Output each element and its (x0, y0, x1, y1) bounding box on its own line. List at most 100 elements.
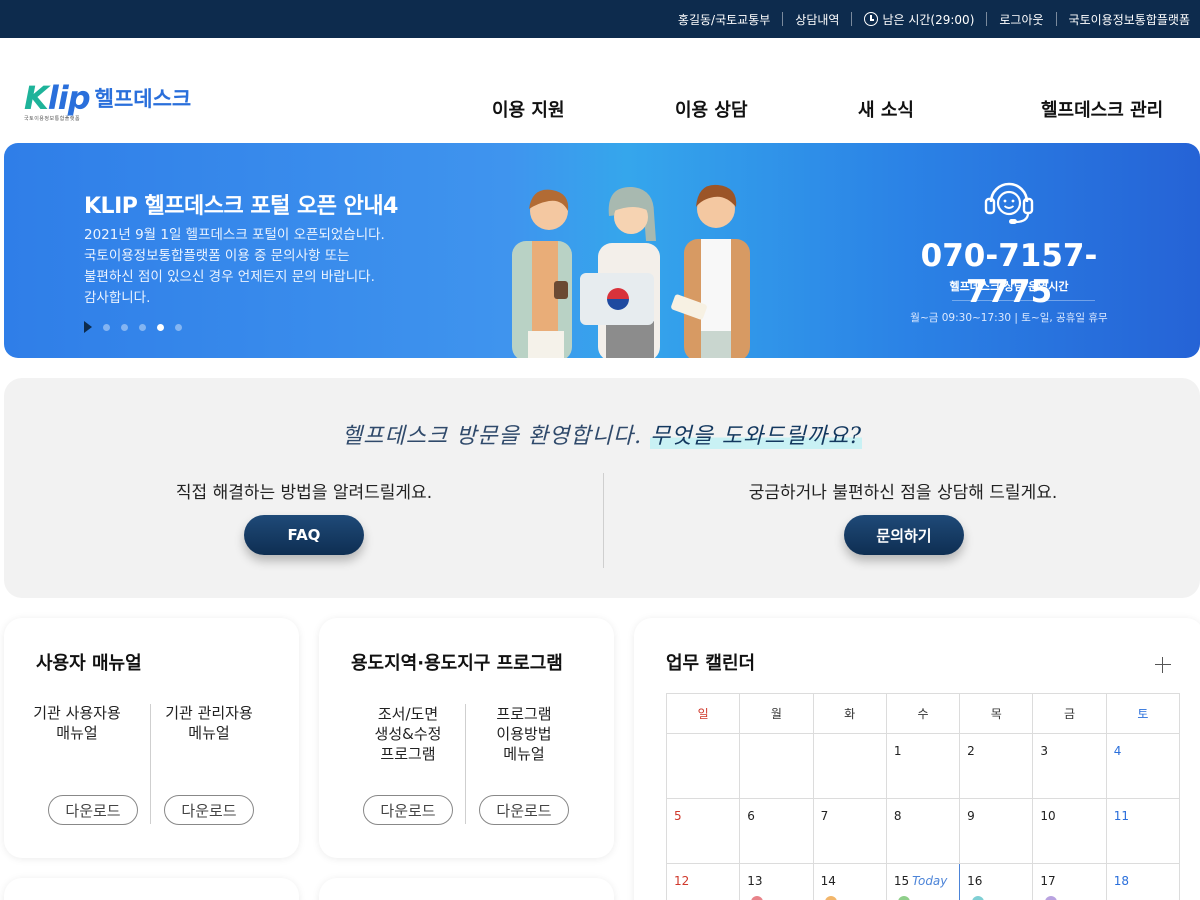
download-button[interactable]: 다운로드 (363, 795, 453, 825)
nav-usage-support[interactable]: 이용 지원 (492, 96, 565, 122)
welcome-title: 헬프데스크 방문을 환영합니다. 무엇을 도와드릴까요? (4, 418, 1200, 450)
calendar-day-number: 2 (967, 744, 975, 758)
calendar-day-cell[interactable]: 7 (812, 798, 887, 864)
logo-subtitle: 국토이용정보통합플랫폼 (24, 116, 81, 122)
calendar-day-cell[interactable]: 16 (959, 863, 1034, 900)
calendar-day-number: 8 (893, 809, 902, 823)
calendar-day-cell[interactable]: 11 (1105, 798, 1181, 864)
nav-usage-consult[interactable]: 이용 상담 (675, 96, 748, 122)
logout-label: 로그아웃 (999, 12, 1044, 27)
consult-description: 궁금하거나 불편하신 점을 상담해 드릴게요. (748, 483, 1058, 503)
calendar-day-number: 10 (1040, 809, 1056, 823)
work-calendar-card: 업무 캘린더 일 월 화 수 목 금 토 1 2 3 4 5 6 7 8 9 10 11 12 13 14… (634, 618, 1200, 900)
calendar-event-dot[interactable] (824, 896, 837, 900)
download-button[interactable]: 다운로드 (479, 795, 569, 825)
calendar-day-cell[interactable]: 4 (1105, 733, 1181, 799)
calendar-grid: 일 월 화 수 목 금 토 1 2 3 4 5 6 7 8 9 10 11 12 13 14 15 Today… (665, 693, 1181, 900)
calendar-day-cell[interactable]: 10 (1032, 798, 1107, 864)
welcome-divider (603, 473, 604, 568)
calendar-day-number: 6 (747, 809, 755, 823)
calendar-week-row: 1 2 3 4 (665, 733, 1181, 799)
calendar-day-cell[interactable]: 9 (959, 798, 1034, 864)
weekday-sun: 일 (665, 693, 741, 734)
calendar-day-number: 18 (1113, 874, 1129, 888)
download-button[interactable]: 다운로드 (48, 795, 138, 825)
program-item-label: 프로그램 (496, 705, 552, 723)
hero-text-line: 2021년 9월 1일 헬프데스크 포털이 오픈되었습니다. (84, 227, 385, 243)
nav-helpdesk-admin[interactable]: 헬프데스크 관리 (1041, 96, 1163, 122)
slide-dot-active[interactable] (157, 323, 164, 331)
calendar-day-cell[interactable] (812, 733, 887, 799)
weekday-tue: 화 (812, 693, 887, 734)
inquiry-button[interactable]: 문의하기 (844, 515, 964, 555)
download-button[interactable]: 다운로드 (164, 795, 254, 825)
play-icon[interactable] (84, 321, 92, 333)
weekday-thu: 목 (959, 693, 1034, 734)
hero-banner: KLIP 헬프데스크 포털 오픈 안내4 2021년 9월 1일 헬프데스크 포… (4, 143, 1200, 358)
calendar-day-number: 17 (1040, 874, 1056, 888)
calendar-day-number: 7 (820, 809, 829, 823)
session-timer-label: 남은 시간(29:00) (882, 12, 975, 27)
slide-dot[interactable] (139, 323, 146, 331)
consult-history-link[interactable]: 상담내역 (782, 12, 851, 27)
slide-dot[interactable] (175, 323, 182, 331)
site-logo[interactable]: Klip 헬프데스크 (24, 82, 191, 114)
slide-indicator (84, 321, 182, 333)
klip-logo-mark: Klip (24, 79, 91, 117)
platform-label: 국토이용정보통합플랫폼 (1068, 12, 1190, 27)
calendar-day-cell[interactable]: 1 (885, 733, 961, 799)
manual-item-label: 매뉴얼 (56, 724, 98, 742)
hero-title[interactable]: KLIP 헬프데스크 포털 오픈 안내4 (84, 188, 398, 220)
calendar-day-cell[interactable]: 18 (1105, 863, 1181, 900)
headset-icon (984, 182, 1034, 224)
calendar-day-number: 3 (1040, 744, 1049, 758)
nav-news[interactable]: 새 소식 (858, 96, 914, 122)
logo-mark-k: K (24, 79, 49, 117)
calendar-day-cell[interactable]: 14 (812, 863, 887, 900)
clock-icon (864, 12, 879, 26)
calendar-day-cell[interactable]: 15 Today (885, 863, 961, 900)
calendar-day-number: 11 (1113, 809, 1129, 823)
calendar-day-cell[interactable]: 12 (665, 863, 741, 900)
calendar-week-row: 5 6 7 8 9 10 11 (665, 798, 1181, 864)
faq-button[interactable]: FAQ (244, 515, 364, 555)
card-title: 업무 캘린더 (666, 653, 756, 674)
manual-item: 기관 관리자용 메뉴얼 (136, 703, 282, 743)
calendar-day-cell[interactable]: 8 (885, 798, 961, 864)
slide-dot[interactable] (103, 323, 110, 331)
calendar-day-number: 9 (967, 809, 975, 823)
person-right-figure (671, 184, 750, 358)
card-title: 사용자 매뉴얼 (36, 653, 142, 674)
calendar-day-cell[interactable] (739, 733, 814, 799)
manual-item-label: 기관 관리자용 (165, 704, 253, 722)
calendar-day-cell[interactable]: 2 (959, 733, 1034, 799)
calendar-day-cell[interactable]: 13 (739, 863, 814, 900)
manual-item-label: 메뉴얼 (188, 724, 230, 742)
calendar-event-dot[interactable] (971, 896, 984, 900)
logout-link[interactable]: 로그아웃 (986, 12, 1055, 27)
platform-link[interactable]: 국토이용정보통합플랫폼 (1055, 12, 1200, 27)
calendar-day-cell[interactable]: 3 (1032, 733, 1107, 799)
weekday-row: 일 월 화 수 목 금 토 (665, 693, 1181, 734)
calendar-day-number: 15 (893, 874, 910, 888)
consult-history-label: 상담내역 (795, 12, 840, 27)
hero-text-line: 감사합니다. (84, 290, 151, 306)
helpdesk-hours-label: 헬프데스크 상담 운영시간 (949, 280, 1069, 293)
people-illustration (512, 184, 750, 358)
logo-mark-rest: lip (47, 79, 91, 117)
program-item: 프로그램 이용방법 메뉴얼 (451, 704, 597, 764)
calendar-day-number: 5 (674, 809, 682, 823)
calendar-day-cell[interactable]: 5 (665, 798, 741, 864)
person-center-figure (598, 186, 660, 358)
plus-icon[interactable] (1155, 657, 1171, 673)
slide-dot[interactable] (121, 323, 128, 331)
user-manual-card: 사용자 매뉴얼 기관 사용자용 매뉴얼 다운로드 기관 관리자용 메뉴얼 다운로… (4, 618, 299, 858)
laptop-figure (580, 273, 654, 325)
calendar-day-cell[interactable] (665, 733, 741, 799)
helpdesk-hours: 월~금 09:30~17:30 | 토~일, 공휴일 휴무 (910, 312, 1108, 324)
program-item-label: 이용방법 (496, 725, 552, 743)
calendar-day-cell[interactable]: 6 (739, 798, 814, 864)
calendar-day-number: 4 (1113, 744, 1122, 758)
calendar-day-cell[interactable]: 17 (1032, 863, 1107, 900)
session-timer[interactable]: 남은 시간(29:00) (851, 12, 986, 27)
